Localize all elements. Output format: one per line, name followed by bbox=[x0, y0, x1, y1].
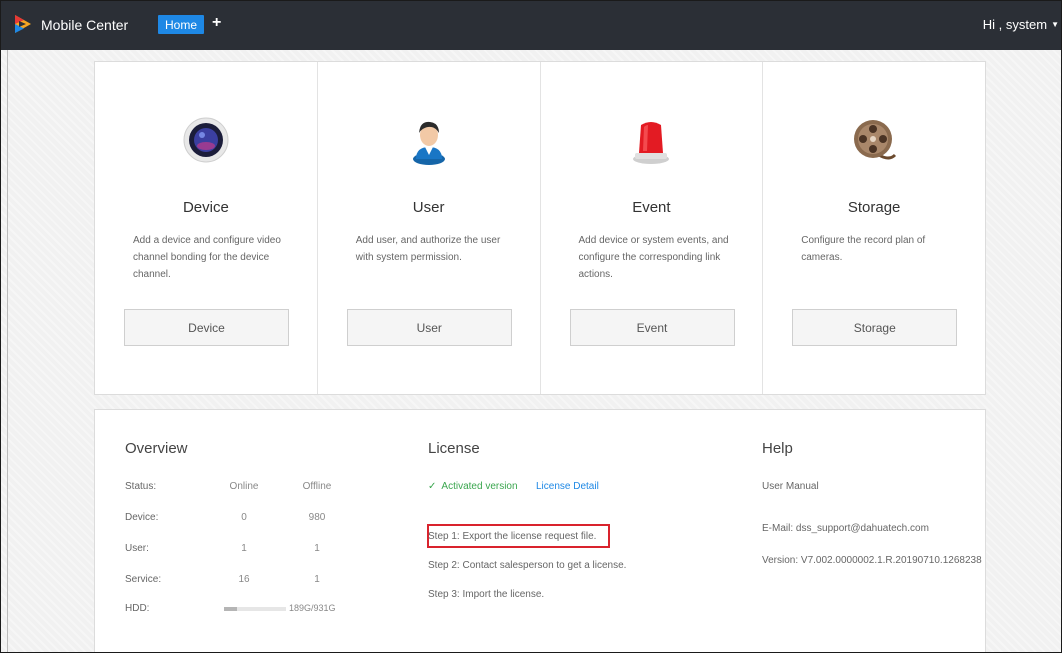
app-window: Mobile Center Home + Hi , system ▼ Devic… bbox=[0, 0, 1062, 653]
service-label: Service: bbox=[125, 574, 162, 585]
license-detail-link[interactable]: License Detail bbox=[536, 481, 599, 492]
user-avatar-icon bbox=[412, 121, 445, 165]
chevron-down-icon: ▼ bbox=[1051, 20, 1059, 29]
hdd-usage-bar bbox=[224, 607, 286, 611]
user-button[interactable]: User bbox=[346, 309, 512, 346]
overview-title: Overview bbox=[125, 440, 188, 457]
hdd-label: HDD: bbox=[125, 603, 150, 614]
status-label: Status: bbox=[125, 481, 157, 492]
online-header: Online bbox=[229, 481, 259, 492]
license-step-1[interactable]: Step 1: Export the license request file. bbox=[428, 531, 596, 542]
license-title: License bbox=[428, 440, 480, 457]
license-step-3[interactable]: Step 3: Import the license. bbox=[428, 589, 544, 600]
card-title: Event bbox=[632, 199, 671, 216]
card-device: Device Add a device and configure video … bbox=[95, 62, 318, 394]
event-button[interactable]: Event bbox=[569, 309, 735, 346]
support-email: E-Mail: dss_support@dahuatech.com bbox=[762, 523, 929, 534]
card-title: Device bbox=[182, 199, 229, 216]
device-online-count: 0 bbox=[241, 512, 247, 523]
offline-header: Offline bbox=[302, 481, 332, 492]
device-label: Device: bbox=[125, 512, 159, 523]
top-bar: Mobile Center Home + Hi , system ▼ bbox=[1, 1, 1061, 50]
alarm-siren-icon bbox=[633, 122, 670, 164]
card-title: Storage bbox=[847, 199, 901, 216]
device-button[interactable]: Device bbox=[124, 309, 289, 346]
dahua-logo-icon[interactable] bbox=[12, 13, 34, 35]
hdd-usage-text: 189G/931G bbox=[289, 603, 336, 613]
card-description: Configure the record plan of cameras. bbox=[801, 235, 926, 263]
device-offline-count: 980 bbox=[308, 512, 326, 523]
card-title: User bbox=[412, 199, 445, 216]
license-status-text: Activated version bbox=[441, 481, 518, 492]
user-offline-count: 1 bbox=[314, 543, 320, 554]
film-reel-icon bbox=[854, 120, 897, 160]
card-description: Add device or system events, and configu… bbox=[578, 235, 729, 280]
card-description: Add a device and configure video channel… bbox=[133, 235, 281, 280]
divider bbox=[7, 50, 8, 652]
module-cards: Device Add a device and configure video … bbox=[94, 61, 986, 395]
user-label: User: bbox=[125, 543, 149, 554]
card-description: Add user, and authorize the user with sy… bbox=[355, 235, 501, 263]
user-greeting: Hi , system bbox=[982, 17, 1048, 32]
user-online-count: 1 bbox=[241, 543, 247, 554]
service-offline-count: 1 bbox=[314, 574, 320, 585]
camera-lens-icon bbox=[183, 117, 229, 163]
license-step-2: Step 2: Contact salesperson to get a lic… bbox=[428, 560, 627, 571]
tab-home[interactable]: Home bbox=[158, 15, 204, 34]
service-online-count: 16 bbox=[238, 574, 250, 585]
storage-button[interactable]: Storage bbox=[792, 309, 958, 346]
card-storage: Storage Configure the record plan of cam… bbox=[763, 62, 985, 394]
card-user: User Add user, and authorize the user wi… bbox=[318, 62, 541, 394]
version-info: Version: V7.002.0000002.1.R.20190710.126… bbox=[762, 555, 982, 566]
user-manual-link[interactable]: User Manual bbox=[762, 481, 819, 492]
hdd-usage-fill bbox=[224, 607, 237, 611]
license-status: ✓ Activated version bbox=[428, 481, 518, 492]
help-title: Help bbox=[762, 440, 793, 457]
user-menu[interactable]: Hi , system ▼ bbox=[983, 17, 1059, 32]
app-title: Mobile Center bbox=[41, 17, 129, 33]
add-tab-button[interactable]: + bbox=[212, 14, 221, 32]
info-panel: Overview Status: Online Offline Device: … bbox=[94, 409, 986, 652]
check-icon: ✓ bbox=[428, 481, 437, 492]
card-event: Event Add device or system events, and c… bbox=[541, 62, 764, 394]
